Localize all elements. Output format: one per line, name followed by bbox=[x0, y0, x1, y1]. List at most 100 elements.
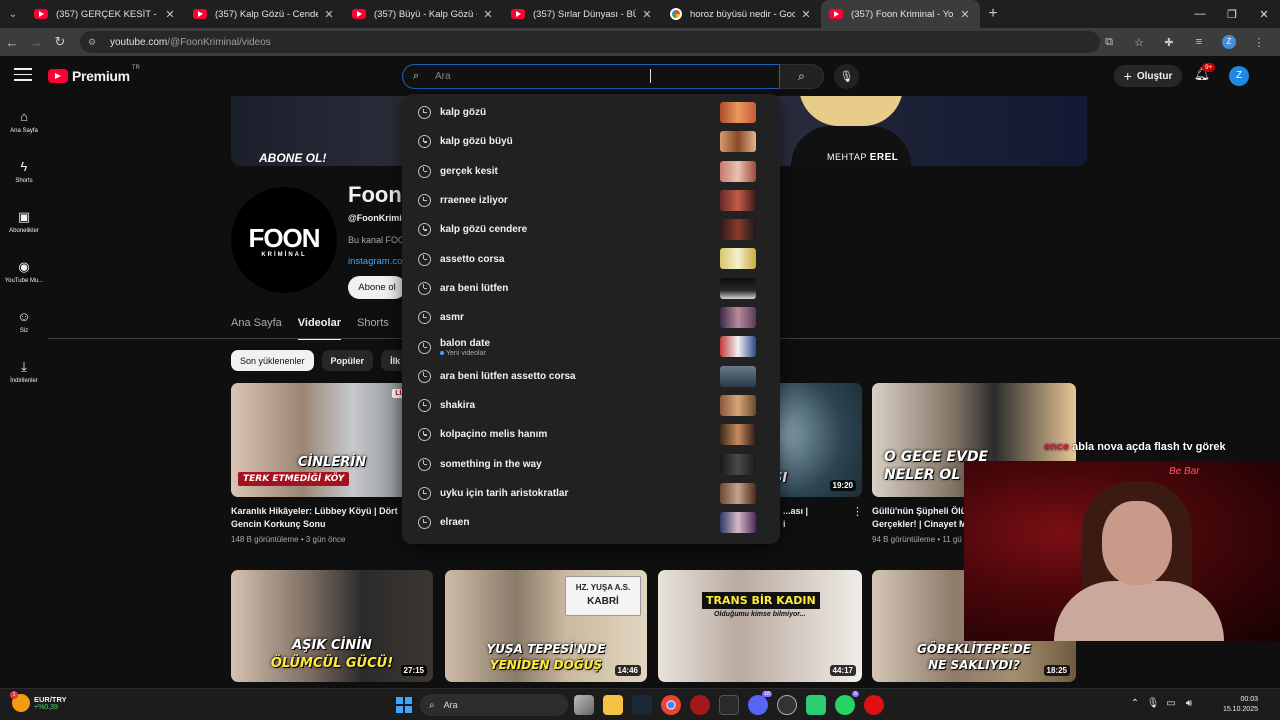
video-thumbnail[interactable]: AŞIK CİNİN ÖLÜMCÜL GÜCÜ! 27:15 bbox=[231, 570, 433, 682]
suggestion-item[interactable]: kalp gözü bbox=[402, 98, 780, 127]
browser-tab[interactable]: (357) Büyü - Kalp Gözü - YouTu ✕ bbox=[344, 0, 503, 28]
tab-shorts[interactable]: Shorts bbox=[357, 317, 389, 340]
suggestion-item[interactable]: shakira bbox=[402, 391, 780, 420]
close-icon[interactable]: ✕ bbox=[958, 8, 972, 21]
suggestion-item[interactable]: something in the way bbox=[402, 450, 780, 479]
microphone-icon[interactable]: 🎙︎ bbox=[1144, 698, 1162, 709]
tab-home[interactable]: Ana Sayfa bbox=[231, 317, 282, 340]
whatsapp-icon[interactable]: 6 bbox=[835, 691, 859, 715]
suggestion-item[interactable]: kolpaçino melis hanım bbox=[402, 420, 780, 449]
bookmark-star-icon[interactable]: ☆ bbox=[1124, 36, 1154, 49]
opera-gx-icon[interactable] bbox=[690, 695, 710, 715]
tab-title: (357) Büyü - Kalp Gözü - YouTu bbox=[374, 8, 477, 20]
suggestion-thumbnail bbox=[720, 131, 756, 153]
chip-latest[interactable]: Son yüklenenler bbox=[231, 350, 314, 371]
chrome-icon[interactable] bbox=[661, 695, 681, 715]
close-icon[interactable]: ✕ bbox=[163, 8, 177, 21]
windows-start-icon[interactable] bbox=[396, 697, 412, 713]
suggestion-item[interactable]: gerçek kesit bbox=[402, 157, 780, 186]
suggestion-item[interactable]: elraen bbox=[402, 508, 780, 537]
suggestion-item[interactable]: ara beni lütfen assetto corsa bbox=[402, 362, 780, 391]
video-card[interactable]: AŞIK CİNİN ÖLÜMCÜL GÜCÜ! 27:15 bbox=[231, 570, 433, 682]
close-icon[interactable]: ✕ bbox=[640, 8, 654, 21]
task-view-icon[interactable] bbox=[574, 695, 594, 715]
display-icon[interactable]: ▭ bbox=[1162, 698, 1180, 709]
video-menu-icon[interactable]: ⋮ bbox=[852, 505, 863, 518]
suggestion-text: gerçek kesit bbox=[440, 165, 498, 177]
subscribe-button[interactable]: Abone ol bbox=[348, 276, 406, 299]
create-button[interactable]: + Oluştur bbox=[1114, 65, 1182, 87]
close-window-icon[interactable]: ✕ bbox=[1248, 0, 1280, 28]
close-icon[interactable]: ✕ bbox=[481, 8, 495, 21]
suggestion-item[interactable]: kalp gözü cendere bbox=[402, 215, 780, 244]
close-icon[interactable]: ✕ bbox=[799, 8, 813, 21]
suggestion-item[interactable]: asmr bbox=[402, 303, 780, 332]
app-icon[interactable] bbox=[806, 695, 826, 715]
search-input[interactable] bbox=[435, 71, 735, 82]
tab-search-icon[interactable]: ⌄ bbox=[0, 0, 26, 28]
chip-popular[interactable]: Popüler bbox=[321, 350, 374, 371]
taskbar-search[interactable]: ⌕ Ara bbox=[420, 694, 568, 716]
forward-icon[interactable]: → bbox=[24, 28, 48, 56]
reload-icon[interactable]: ↻ bbox=[48, 28, 72, 56]
video-card[interactable]: TRANS BİR KADIN Olduğumu kimse bilmiyor.… bbox=[658, 570, 862, 682]
guide-item-downloads[interactable]: ⤓ İndirilenler bbox=[0, 346, 48, 396]
address-bar[interactable]: ⚙ youtube.com/@FoonKriminal/videos bbox=[80, 31, 1100, 53]
suggestion-item[interactable]: assetto corsa bbox=[402, 244, 780, 273]
close-icon[interactable]: ✕ bbox=[322, 8, 336, 21]
guide-item-subscriptions[interactable]: ▣ Abonelikler bbox=[0, 196, 48, 246]
guide-item-youtube-music[interactable]: ◉ YouTube Mu... bbox=[0, 246, 48, 296]
video-thumbnail[interactable]: TRANS BİR KADIN Olduğumu kimse bilmiyor.… bbox=[658, 570, 862, 682]
suggestion-text: balon date bbox=[440, 337, 491, 349]
guide-item-you[interactable]: ☺ Siz bbox=[0, 296, 48, 346]
browser-tab[interactable]: (357) Kalp Gözü - Cendere - Yo ✕ bbox=[185, 0, 344, 28]
channel-link[interactable]: instagram.co bbox=[348, 256, 402, 267]
volume-icon[interactable]: 🔊︎ bbox=[1180, 698, 1198, 709]
account-avatar[interactable]: Z bbox=[1229, 66, 1249, 86]
extensions-icon[interactable]: ✚ bbox=[1154, 36, 1184, 49]
suggestion-item[interactable]: balon date Yeni videolar bbox=[402, 332, 780, 361]
file-explorer-icon[interactable] bbox=[603, 695, 623, 715]
youtube-premium-logo[interactable]: Premium TR bbox=[48, 65, 140, 84]
site-info-icon[interactable]: ⚙ bbox=[88, 37, 100, 48]
terminal-icon[interactable] bbox=[719, 695, 739, 715]
chevron-up-icon[interactable]: ⌃ bbox=[1126, 698, 1144, 709]
browser-menu-icon[interactable]: ⋮ bbox=[1244, 36, 1274, 49]
back-icon[interactable]: ← bbox=[0, 28, 24, 56]
browser-tab[interactable]: (357) Sırlar Dünyası - BÜYÜCÜ ✕ bbox=[503, 0, 662, 28]
tab-videos[interactable]: Videolar bbox=[297, 317, 341, 340]
taskbar-clock[interactable]: 00:03 15.10.2025 bbox=[1223, 695, 1258, 715]
widgets-button[interactable]: 1 EUR/TRY +%0,39 bbox=[10, 691, 67, 712]
browser-tab-active[interactable]: (357) Foon Kriminal - YouTube ✕ bbox=[821, 0, 980, 28]
suggestion-item[interactable]: uyku için tarih aristokratlar bbox=[402, 479, 780, 508]
suggestion-text: uyku için tarih aristokratlar bbox=[440, 488, 569, 499]
browser-tab[interactable]: (357) GERÇEK KESİT - YASAK AŞ ✕ bbox=[26, 0, 185, 28]
obs-icon[interactable] bbox=[777, 695, 797, 715]
search-button[interactable]: ⌕ bbox=[780, 64, 824, 89]
media-queue-icon[interactable]: ≡ bbox=[1184, 36, 1214, 48]
suggestion-item[interactable]: ara beni lütfen bbox=[402, 274, 780, 303]
guide-item-shorts[interactable]: ϟ Shorts bbox=[0, 146, 48, 196]
discord-icon[interactable]: 18 bbox=[748, 691, 772, 715]
notifications-button[interactable]: 🔔︎ 9+ bbox=[1192, 63, 1216, 86]
suggestion-item[interactable]: kalp gözü büyü bbox=[402, 127, 780, 156]
minimize-icon[interactable]: — bbox=[1184, 0, 1216, 28]
steam-icon[interactable] bbox=[632, 695, 652, 715]
channel-avatar[interactable]: FOON KRİMİNAL bbox=[231, 187, 337, 293]
new-tab-icon[interactable]: + bbox=[980, 5, 1006, 23]
clock-date: 15.10.2025 bbox=[1222, 706, 1258, 713]
voice-search-button[interactable]: 🎙︎ bbox=[834, 64, 859, 89]
browser-tab[interactable]: horoz büyüsü nedir - Google'd ✕ bbox=[662, 0, 821, 28]
restore-icon[interactable]: ❐ bbox=[1216, 0, 1248, 28]
hamburger-menu-icon[interactable] bbox=[14, 68, 32, 82]
channel-description[interactable]: Bu kanal FOO bbox=[348, 235, 405, 245]
video-thumbnail[interactable]: HZ. YUŞA A.S. KABRİ YUŞA TEPESİ'NDE YENİD… bbox=[445, 570, 647, 682]
video-card[interactable]: HZ. YUŞA A.S. KABRİ YUŞA TEPESİ'NDE YENİD… bbox=[445, 570, 647, 682]
video-duration: 19:20 bbox=[829, 480, 856, 491]
cast-icon[interactable]: ⧉ bbox=[1094, 36, 1124, 49]
suggestion-item[interactable]: rraenee izliyor bbox=[402, 186, 780, 215]
recorder-icon[interactable] bbox=[864, 695, 884, 715]
guide-item-home[interactable]: ⌂ Ana Sayfa bbox=[0, 96, 48, 146]
profile-avatar-icon[interactable]: Z bbox=[1222, 35, 1236, 49]
history-icon bbox=[418, 194, 431, 208]
